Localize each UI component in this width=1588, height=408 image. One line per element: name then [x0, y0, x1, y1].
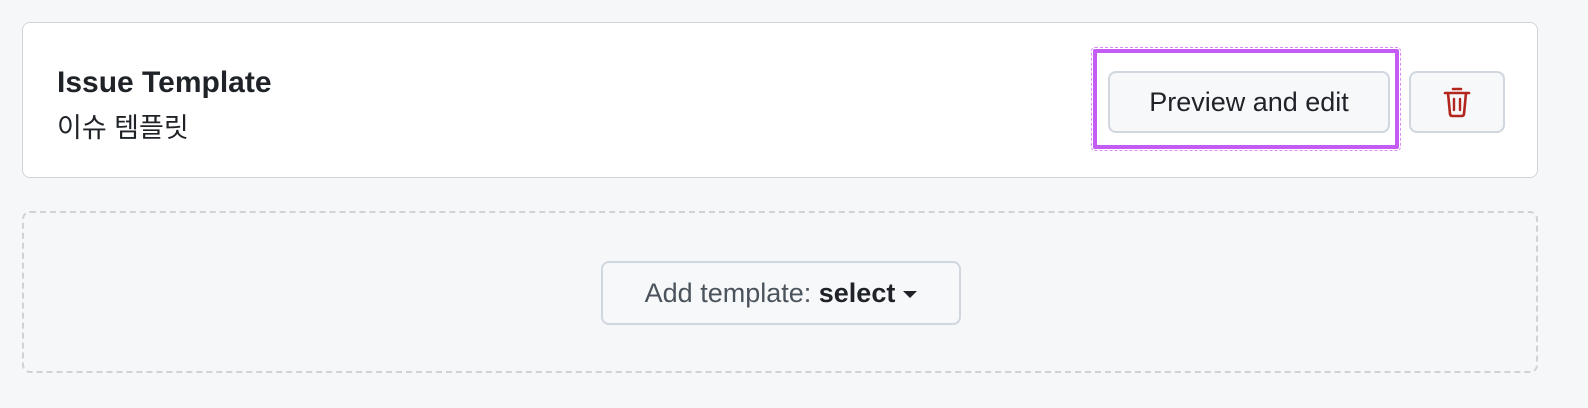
add-template-dropdown[interactable]: Add template: select	[601, 261, 961, 325]
triangle-down-icon	[903, 291, 918, 298]
trash-icon	[1443, 87, 1471, 118]
delete-template-button[interactable]	[1409, 71, 1505, 133]
add-template-area: Add template: select	[22, 211, 1538, 373]
template-card: Issue Template 이슈 템플릿 Preview and edit	[22, 22, 1538, 178]
add-template-value: select	[818, 277, 896, 308]
add-template-label: Add template:	[644, 277, 819, 308]
template-name: Issue Template	[57, 66, 272, 99]
preview-and-edit-button[interactable]: Preview and edit	[1108, 71, 1390, 133]
template-description: 이슈 템플릿	[57, 113, 189, 143]
